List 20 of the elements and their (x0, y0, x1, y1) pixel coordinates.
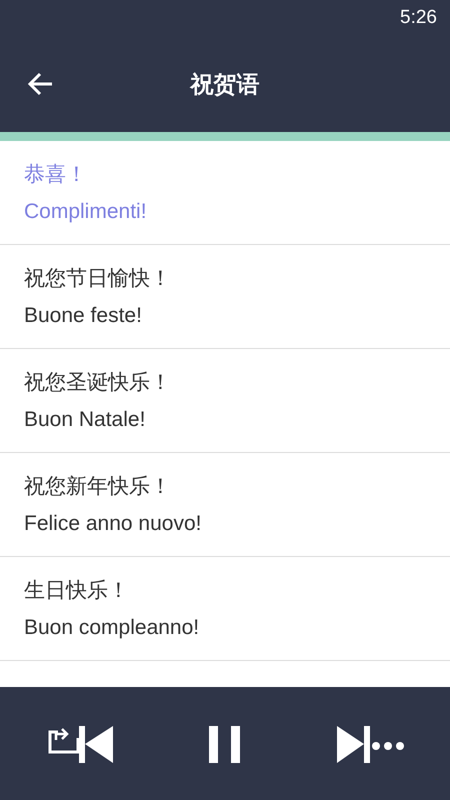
phrase-item[interactable]: 恭喜！ Complimenti! (0, 141, 450, 245)
phrase-item[interactable]: 祝您圣诞快乐！ Buon Natale! (0, 349, 450, 453)
chinese-phrase: 祝您新年快乐！ (24, 472, 172, 498)
italian-phrase: Buon Natale! (24, 406, 146, 432)
italian-phrase: Buon compleanno! (24, 614, 200, 640)
phrase-item[interactable]: 祝您新年快乐！ Felice anno nuovo! (0, 453, 450, 557)
italian-phrase: Felice anno nuovo! (24, 510, 202, 536)
italian-phrase: Complimenti! (24, 198, 148, 224)
phrase-item[interactable]: 祝您节日愉快！ Buone feste! (0, 245, 450, 349)
status-time: 5:26 (400, 7, 437, 29)
chinese-phrase: 祝您节日愉快！ (24, 264, 172, 290)
phrase-item[interactable]: 生日快乐！ Buon compleanno! (0, 557, 450, 661)
pause-icon[interactable] (209, 724, 241, 764)
chinese-phrase: 恭喜！ (24, 160, 88, 186)
italian-phrase: Buone feste! (24, 302, 143, 328)
next-more-icon[interactable] (336, 724, 406, 764)
chinese-phrase: 祝您圣诞快乐！ (24, 368, 172, 394)
screen-title: 祝贺语 (190, 72, 260, 98)
chinese-phrase: 生日快乐！ (24, 576, 130, 602)
repeat-previous-icon[interactable] (46, 724, 114, 764)
